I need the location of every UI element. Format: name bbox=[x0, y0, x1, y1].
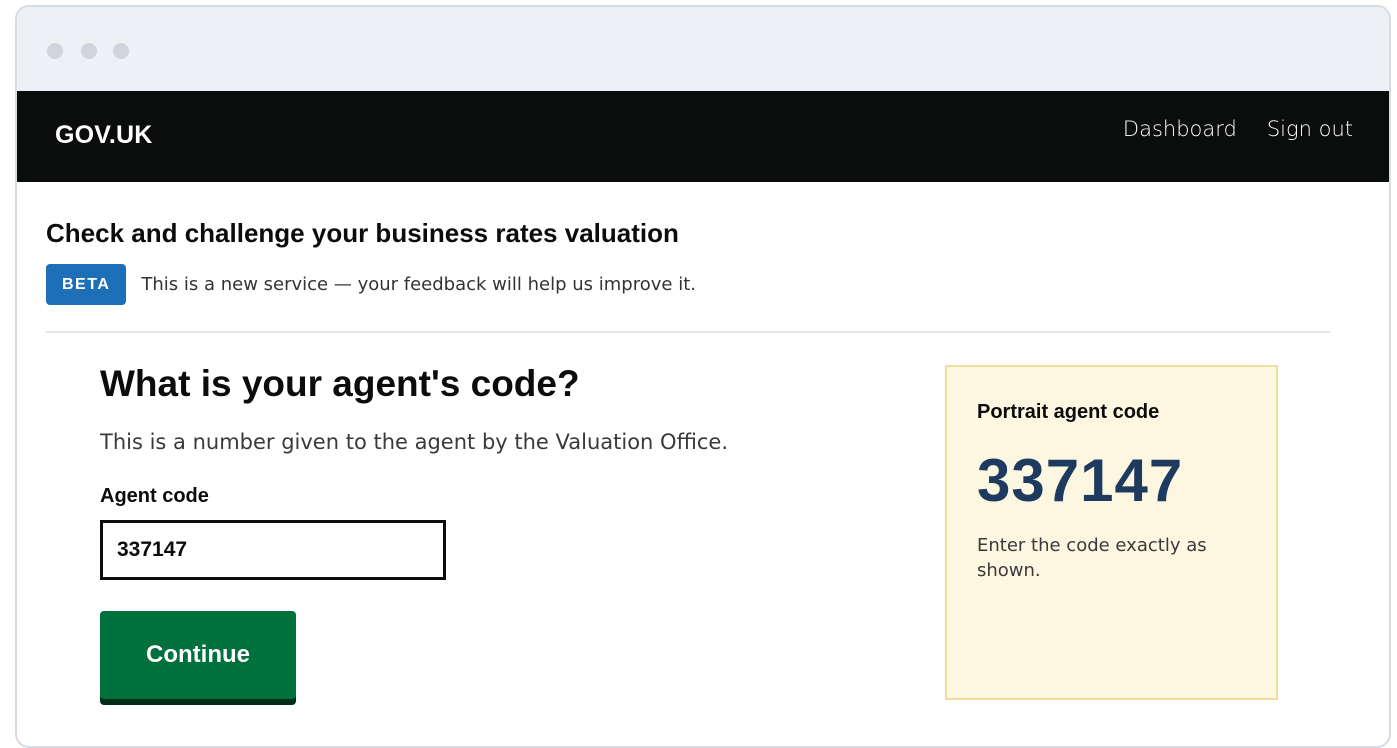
agent-code-panel: Portrait agent code 337147 Enter the cod… bbox=[945, 365, 1278, 700]
agent-code-input[interactable] bbox=[100, 520, 446, 580]
header-nav: Dashboard Sign out bbox=[1123, 117, 1353, 141]
window-dot-icon bbox=[47, 43, 63, 59]
govuk-logo[interactable]: GOV.UK bbox=[55, 121, 153, 150]
site-header: GOV.UK Dashboard Sign out bbox=[17, 91, 1389, 182]
beta-tag: BETA bbox=[46, 264, 127, 305]
window-dot-icon bbox=[81, 43, 97, 59]
nav-sign-out-link[interactable]: Sign out bbox=[1267, 117, 1353, 141]
service-title: Check and challenge your business rates … bbox=[46, 218, 679, 248]
continue-button[interactable]: Continue bbox=[100, 611, 296, 699]
panel-note: Enter the code exactly as shown. bbox=[977, 535, 1207, 582]
phase-banner: BETA This is a new service — your feedba… bbox=[46, 264, 696, 305]
divider bbox=[46, 331, 1330, 333]
field-hint: This is a number given to the agent by t… bbox=[100, 430, 729, 454]
panel-title: Portrait agent code bbox=[977, 401, 1160, 423]
window-chrome bbox=[17, 7, 1389, 91]
agent-code-label: Agent code bbox=[100, 485, 209, 507]
phase-banner-text: This is a new service — your feedback wi… bbox=[141, 274, 696, 295]
nav-dashboard-link[interactable]: Dashboard bbox=[1123, 117, 1237, 141]
window-dot-icon bbox=[113, 43, 129, 59]
panel-agent-code: 337147 bbox=[977, 447, 1184, 514]
page-heading: What is your agent's code? bbox=[100, 363, 580, 404]
